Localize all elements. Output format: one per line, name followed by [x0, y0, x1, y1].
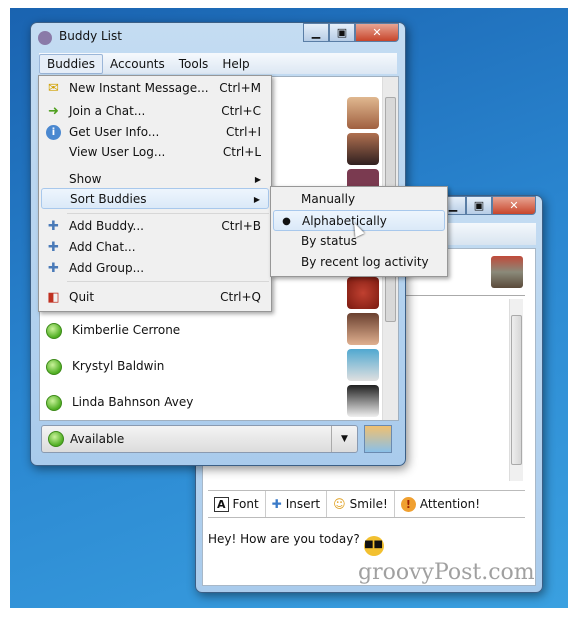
buddy-avatar [347, 349, 379, 381]
chevron-down-icon: ▼ [331, 426, 357, 452]
window-controls: ▁ ▣ ✕ [303, 23, 399, 42]
buddy-avatar [347, 277, 379, 309]
close-button[interactable]: ✕ [355, 23, 399, 42]
available-status-icon [48, 431, 64, 447]
buddy-row[interactable]: Krystyl Baldwin [40, 349, 380, 385]
pidgin-icon [38, 31, 52, 45]
menubar: Buddies Accounts Tools Help [39, 53, 397, 74]
sort-manually[interactable]: Manually [273, 189, 445, 210]
buddy-avatar [491, 256, 523, 288]
minimize-button[interactable]: ▁ [303, 23, 329, 42]
message-input[interactable]: Hey! How are you today? ■■ [208, 532, 384, 556]
available-status-icon [46, 359, 62, 375]
menu-item-get-user-info[interactable]: i Get User Info... Ctrl+I [41, 122, 269, 143]
menu-help[interactable]: Help [215, 55, 256, 73]
submenu-arrow-icon: ▶ [254, 175, 261, 184]
buddy-avatar [347, 97, 379, 129]
info-icon: i [46, 125, 61, 140]
attention-icon: ! [400, 496, 416, 512]
maximize-button[interactable]: ▣ [466, 196, 492, 215]
window-title: Buddy List [59, 29, 122, 43]
plus-icon: ✚ [48, 261, 59, 276]
attention-button[interactable]: ! Attention! [395, 491, 486, 517]
menu-buddies[interactable]: Buddies [39, 53, 104, 74]
available-status-icon [46, 395, 62, 411]
status-dropdown[interactable]: Available ▼ [41, 425, 358, 453]
new-message-icon: ✉ [48, 81, 59, 96]
conversation-scrollbar[interactable] [509, 299, 523, 481]
sort-by-recent-log-activity[interactable]: By recent log activity [273, 252, 445, 273]
buddy-row[interactable]: Linda Bahnson Avey [40, 385, 380, 421]
insert-button[interactable]: ✚ Insert [266, 491, 328, 517]
font-icon: A [214, 496, 229, 512]
plus-icon: ✚ [48, 219, 59, 234]
menu-item-sort-buddies[interactable]: Sort Buddies ▶ [41, 188, 269, 209]
join-chat-icon: ➜ [48, 104, 59, 119]
chat-window-controls: ▁ ▣ ✕ [440, 196, 536, 215]
menu-item-add-chat[interactable]: ✚ Add Chat... [41, 237, 269, 258]
smiley-icon: ☺ [333, 497, 346, 511]
menu-item-new-instant-message[interactable]: ✉ New Instant Message... Ctrl+M [41, 78, 269, 99]
radio-dot-icon: ● [282, 216, 291, 227]
menu-item-add-group[interactable]: ✚ Add Group... [41, 258, 269, 279]
menu-item-show[interactable]: Show ▶ [41, 169, 269, 190]
smile-button[interactable]: ☺ Smile! [327, 491, 395, 517]
buddy-icon-button[interactable] [364, 425, 392, 453]
plus-icon: ✚ [48, 240, 59, 255]
menu-item-add-buddy[interactable]: ✚ Add Buddy... Ctrl+B [41, 216, 269, 237]
plus-icon: ✚ [271, 497, 282, 511]
close-button[interactable]: ✕ [492, 196, 536, 215]
menu-item-view-user-log[interactable]: View User Log... Ctrl+L [41, 142, 269, 163]
buddy-avatar [347, 385, 379, 417]
menu-accounts[interactable]: Accounts [103, 55, 172, 73]
maximize-button[interactable]: ▣ [329, 23, 355, 42]
quit-icon: ◧ [47, 290, 60, 305]
format-toolbar: A Font ✚ Insert ☺ Smile! ! Attention! [208, 490, 525, 518]
menu-item-quit[interactable]: ◧ Quit Ctrl+Q [41, 287, 269, 308]
buddies-menu: ✉ New Instant Message... Ctrl+M ➜ Join a Ch… [38, 75, 272, 312]
font-button[interactable]: A Font [208, 491, 266, 517]
watermark: groovyPost.com [358, 560, 535, 585]
buddy-avatar [347, 133, 379, 165]
cool-smiley-icon: ■■ [363, 536, 384, 556]
buddy-row[interactable]: Kimberlie Cerrone [40, 313, 380, 349]
available-status-icon [46, 323, 62, 339]
buddy-avatar [347, 313, 379, 345]
menu-item-join-chat[interactable]: ➜ Join a Chat... Ctrl+C [41, 101, 269, 122]
submenu-arrow-icon: ▶ [253, 195, 260, 204]
menu-tools[interactable]: Tools [172, 55, 216, 73]
